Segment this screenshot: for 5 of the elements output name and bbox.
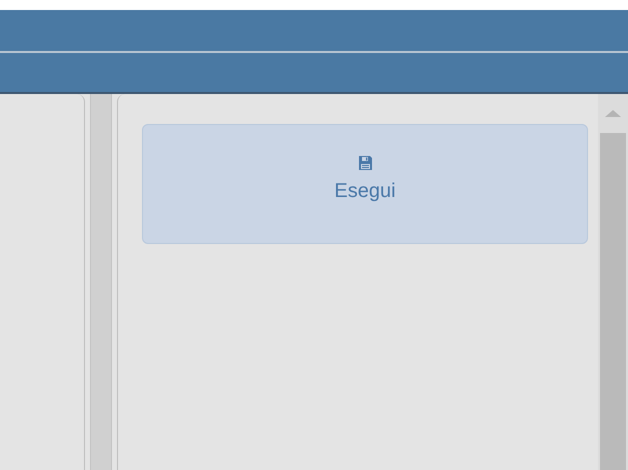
scrollbar[interactable] (598, 94, 628, 470)
scroll-up-icon[interactable] (605, 110, 621, 117)
execute-button[interactable]: Esegui (142, 124, 588, 244)
scrollbar-thumb[interactable] (600, 133, 626, 470)
splitter-handle[interactable] (90, 94, 112, 470)
